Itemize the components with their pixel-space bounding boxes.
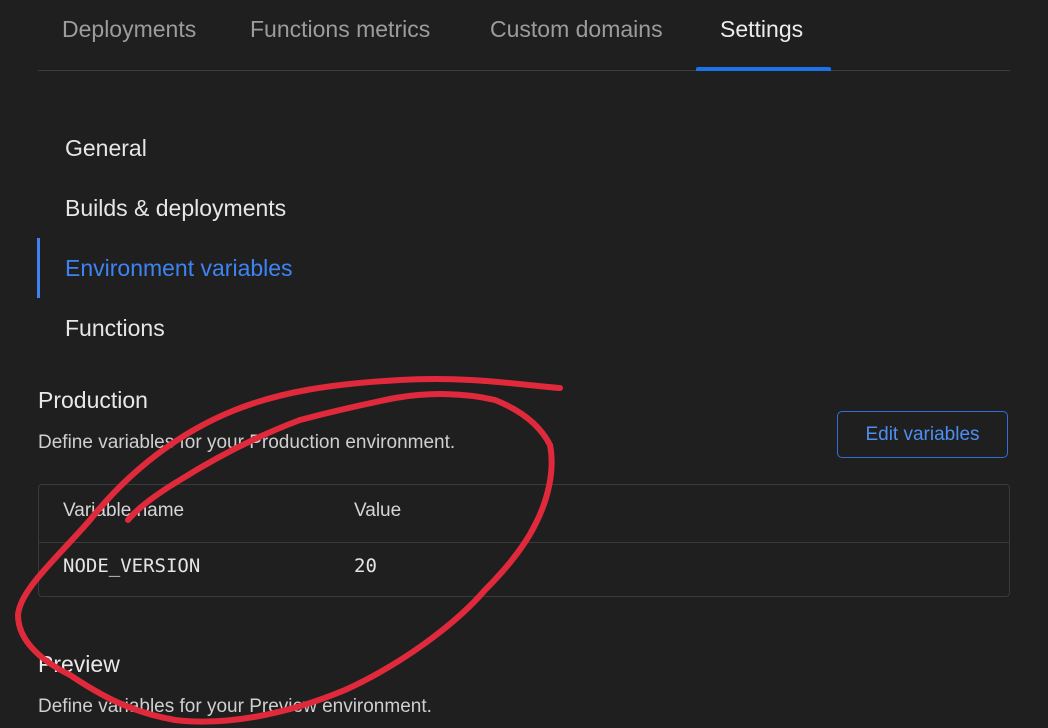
table-header: Variable name Value — [39, 485, 1009, 543]
production-variables-table: Variable name Value NODE_VERSION 20 — [38, 484, 1010, 597]
sidebar-item-environment-variables[interactable]: Environment variables — [65, 255, 293, 282]
production-title: Production — [38, 387, 148, 413]
preview-title: Preview — [38, 651, 120, 677]
column-header-variable-name: Variable name — [63, 500, 185, 521]
tab-bar: Deployments Functions metrics Custom dom… — [38, 0, 1010, 71]
active-tab-indicator — [696, 67, 831, 71]
sidebar-item-general[interactable]: General — [65, 135, 147, 162]
tab-settings[interactable]: Settings — [720, 16, 803, 43]
settings-page: Deployments Functions metrics Custom dom… — [0, 0, 1048, 728]
active-side-indicator — [37, 238, 40, 298]
variable-value-cell: 20 — [354, 555, 377, 577]
sidebar-item-builds-deployments[interactable]: Builds & deployments — [65, 195, 286, 222]
sidebar-item-functions[interactable]: Functions — [65, 315, 165, 342]
preview-description: Define variables for your Preview enviro… — [38, 696, 432, 717]
annotation-scribble — [15, 376, 563, 725]
edit-variables-button[interactable]: Edit variables — [837, 411, 1008, 458]
tab-custom-domains[interactable]: Custom domains — [490, 16, 663, 43]
production-description: Define variables for your Production env… — [38, 432, 456, 453]
column-header-value: Value — [354, 500, 402, 521]
variable-name-cell: NODE_VERSION — [63, 555, 201, 577]
tab-deployments[interactable]: Deployments — [62, 16, 196, 43]
tab-functions-metrics[interactable]: Functions metrics — [250, 16, 430, 43]
table-row: NODE_VERSION 20 — [39, 542, 1009, 597]
